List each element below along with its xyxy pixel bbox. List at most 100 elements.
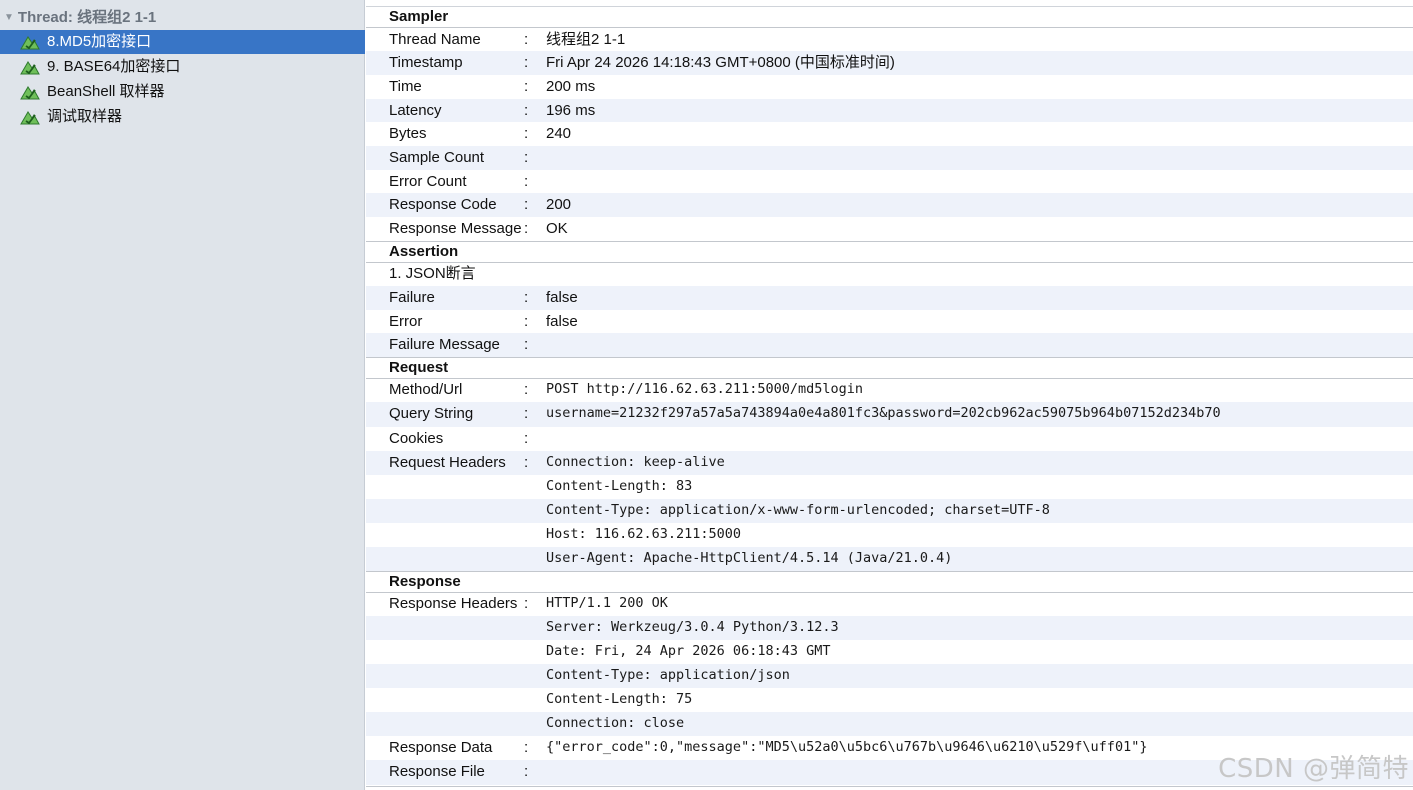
field-value: {"error_code":0,"message":"MD5\u52a0\u5b… — [546, 739, 1148, 755]
field-separator: : — [524, 313, 529, 330]
field-key: Cookies — [389, 430, 444, 447]
field-separator: : — [524, 454, 529, 471]
row-response-header: Response Headers : HTTP/1.1 200 OK — [366, 592, 1413, 616]
field-value: false — [546, 313, 578, 330]
row-assertion-name: 1. JSON断言 — [366, 262, 1413, 286]
field-key: Bytes — [389, 125, 427, 142]
tree-item-label: 9. BASE64加密接口 — [47, 58, 181, 75]
section-title: Request — [389, 359, 449, 376]
row-failure-message: Failure Message : — [366, 333, 1413, 357]
field-value: 196 ms — [546, 102, 596, 119]
field-separator: : — [524, 78, 529, 95]
section-header-request: Request — [366, 357, 1413, 379]
field-key: Request Headers — [389, 454, 506, 471]
field-separator: : — [524, 31, 529, 48]
row-response-header: Date: Fri, 24 Apr 2026 06:18:43 GMT — [366, 640, 1413, 664]
tree-item-beanshell[interactable]: BeanShell 取样器 — [0, 80, 365, 104]
request-header-line: Connection: keep-alive — [546, 454, 725, 470]
row-sample-count: Sample Count : — [366, 146, 1413, 170]
row-error: Error : false — [366, 310, 1413, 333]
field-value: 线程组2 1-1 — [546, 31, 626, 48]
field-key: Response Data — [389, 739, 493, 756]
row-response-message: Response Message : OK — [366, 217, 1413, 240]
row-response-code: Response Code : 200 — [366, 193, 1413, 217]
field-key: Response Message — [389, 220, 522, 237]
tree-item-debug[interactable]: 调试取样器 — [0, 105, 365, 129]
row-request-header: Content-Type: application/x-www-form-url… — [366, 499, 1413, 523]
sampler-result-detail-panel[interactable]: Sampler Thread Name : 线程组2 1-1 Timestamp… — [366, 0, 1413, 790]
tree-item-label: BeanShell 取样器 — [47, 83, 165, 100]
sampler-success-icon — [20, 36, 40, 50]
section-title: Assertion — [389, 243, 459, 260]
row-bytes: Bytes : 240 — [366, 122, 1413, 146]
field-separator: : — [524, 763, 529, 780]
expand-triangle-icon[interactable]: ▼ — [4, 8, 14, 28]
row-timestamp: Timestamp : Fri Apr 24 2026 14:18:43 GMT… — [366, 51, 1413, 75]
field-separator: : — [524, 289, 529, 306]
field-separator: : — [524, 173, 529, 190]
field-value: 200 ms — [546, 78, 596, 95]
field-key: Method/Url — [389, 381, 463, 398]
field-separator: : — [524, 595, 529, 612]
response-header-line: Server: Werkzeug/3.0.4 Python/3.12.3 — [546, 619, 839, 635]
field-value: OK — [546, 220, 568, 237]
field-separator: : — [524, 220, 529, 237]
field-value: POST http://116.62.63.211:5000/md5login — [546, 381, 863, 397]
row-error-count: Error Count : — [366, 170, 1413, 193]
row-response-header: Content-Length: 75 — [366, 688, 1413, 712]
field-key: Failure — [389, 289, 435, 306]
tree-root-label: Thread: 线程组2 1-1 — [17, 9, 157, 26]
field-separator: : — [524, 336, 529, 353]
panel-top-border — [366, 0, 1413, 7]
tree-item-base64[interactable]: 9. BASE64加密接口 — [0, 55, 365, 79]
field-separator: : — [524, 196, 529, 213]
row-request-header: Content-Length: 83 — [366, 475, 1413, 499]
response-header-line: Content-Length: 75 — [546, 691, 693, 707]
tree-item-md5[interactable]: 8.MD5加密接口 — [0, 30, 365, 54]
field-key: Query String — [389, 405, 474, 422]
field-separator: : — [524, 54, 529, 71]
row-response-header: Connection: close — [366, 712, 1413, 736]
section-header-response: Response — [366, 571, 1413, 593]
row-time: Time : 200 ms — [366, 75, 1413, 99]
field-separator: : — [524, 125, 529, 142]
tree-item-label: 8.MD5加密接口 — [47, 33, 152, 50]
request-header-line: Content-Length: 83 — [546, 478, 693, 494]
results-tree-panel[interactable]: ▼ Thread: 线程组2 1-1 8.MD5加密接口 9. BASE64加密接… — [0, 0, 365, 790]
tree-root-thread[interactable]: ▼ Thread: 线程组2 1-1 — [4, 8, 156, 30]
field-separator: : — [524, 430, 529, 447]
row-latency: Latency : 196 ms — [366, 99, 1413, 122]
field-key: Thread Name — [389, 31, 481, 48]
row-request-header: User-Agent: Apache-HttpClient/4.5.14 (Ja… — [366, 547, 1413, 571]
section-title: Response — [389, 573, 461, 590]
field-separator: : — [524, 381, 529, 398]
section-title: Sampler — [389, 8, 449, 25]
field-key: Response File — [389, 763, 485, 780]
field-key: Error — [389, 313, 423, 330]
response-header-line: HTTP/1.1 200 OK — [546, 595, 668, 611]
field-separator: : — [524, 405, 529, 422]
row-response-header: Server: Werkzeug/3.0.4 Python/3.12.3 — [366, 616, 1413, 640]
request-header-line: User-Agent: Apache-HttpClient/4.5.14 (Ja… — [546, 550, 953, 566]
field-value: false — [546, 289, 578, 306]
tree-item-label: 调试取样器 — [47, 108, 123, 125]
section-header-sampler: Sampler — [366, 7, 1413, 28]
row-method-url: Method/Url : POST http://116.62.63.211:5… — [366, 378, 1413, 402]
row-request-header: Request Headers : Connection: keep-alive — [366, 451, 1413, 475]
row-request-header: Host: 116.62.63.211:5000 — [366, 523, 1413, 547]
field-key: Response Headers — [389, 595, 518, 612]
row-thread-name: Thread Name : 线程组2 1-1 — [366, 28, 1413, 51]
field-key: Failure Message — [389, 336, 500, 353]
response-header-line: Content-Type: application/json — [546, 667, 790, 683]
section-header-assertion: Assertion — [366, 241, 1413, 263]
response-header-line: Date: Fri, 24 Apr 2026 06:18:43 GMT — [546, 643, 831, 659]
row-failure: Failure : false — [366, 286, 1413, 310]
field-key: Response Code — [389, 196, 497, 213]
field-separator: : — [524, 149, 529, 166]
response-header-line: Connection: close — [546, 715, 685, 731]
field-separator: : — [524, 102, 529, 119]
row-cookies: Cookies : — [366, 427, 1413, 451]
field-value: Fri Apr 24 2026 14:18:43 GMT+0800 (中国标准时… — [546, 54, 895, 71]
request-header-line: Host: 116.62.63.211:5000 — [546, 526, 742, 542]
request-header-line: Content-Type: application/x-www-form-url… — [546, 502, 1050, 518]
